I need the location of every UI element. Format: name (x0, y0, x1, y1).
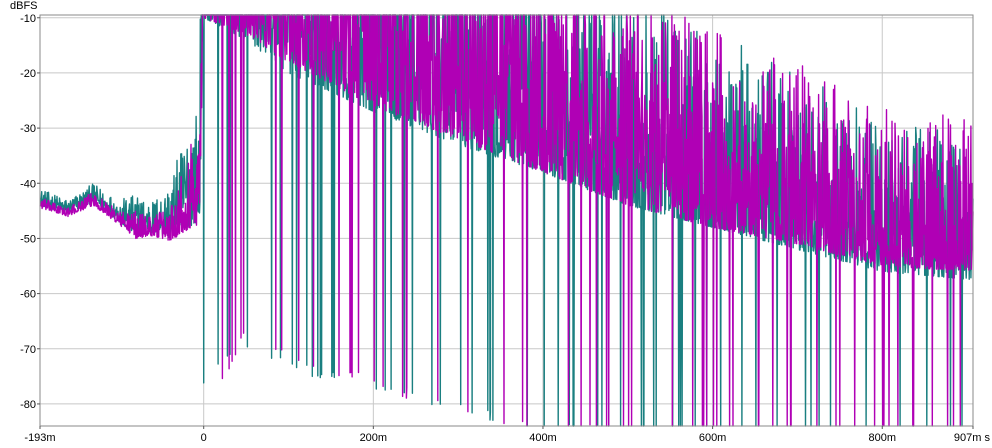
x-tick-label: 200m (360, 432, 388, 444)
x-tick-label: 400m (529, 432, 557, 444)
y-tick-label: -50 (20, 233, 36, 245)
y-axis-ticks: -10 -20 -30 -40 -50 -60 -70 -80 (20, 13, 40, 411)
y-tick-label: -10 (20, 13, 36, 25)
y-tick-label: -40 (20, 178, 36, 190)
y-tick-label: -30 (20, 123, 36, 135)
x-tick-label: 800m (868, 432, 896, 444)
y-tick-label: -80 (20, 399, 36, 411)
x-axis-ticks: -193m 0 200m 400m 600m 800m 907m s (24, 426, 990, 444)
impulse-response-chart: dBFS -10 -20 -30 -40 -50 -60 -70 -80 -193m 0 200m… (10, 0, 990, 444)
y-axis-label: dBFS (10, 0, 38, 12)
y-tick-label: -20 (20, 68, 36, 80)
x-tick-label: -193m (24, 432, 55, 444)
y-tick-label: -60 (20, 289, 36, 301)
x-tick-label: 0 (201, 432, 207, 444)
x-tick-label: 600m (699, 432, 727, 444)
y-tick-label: -70 (20, 344, 36, 356)
x-tick-label: 907m s (954, 432, 991, 444)
